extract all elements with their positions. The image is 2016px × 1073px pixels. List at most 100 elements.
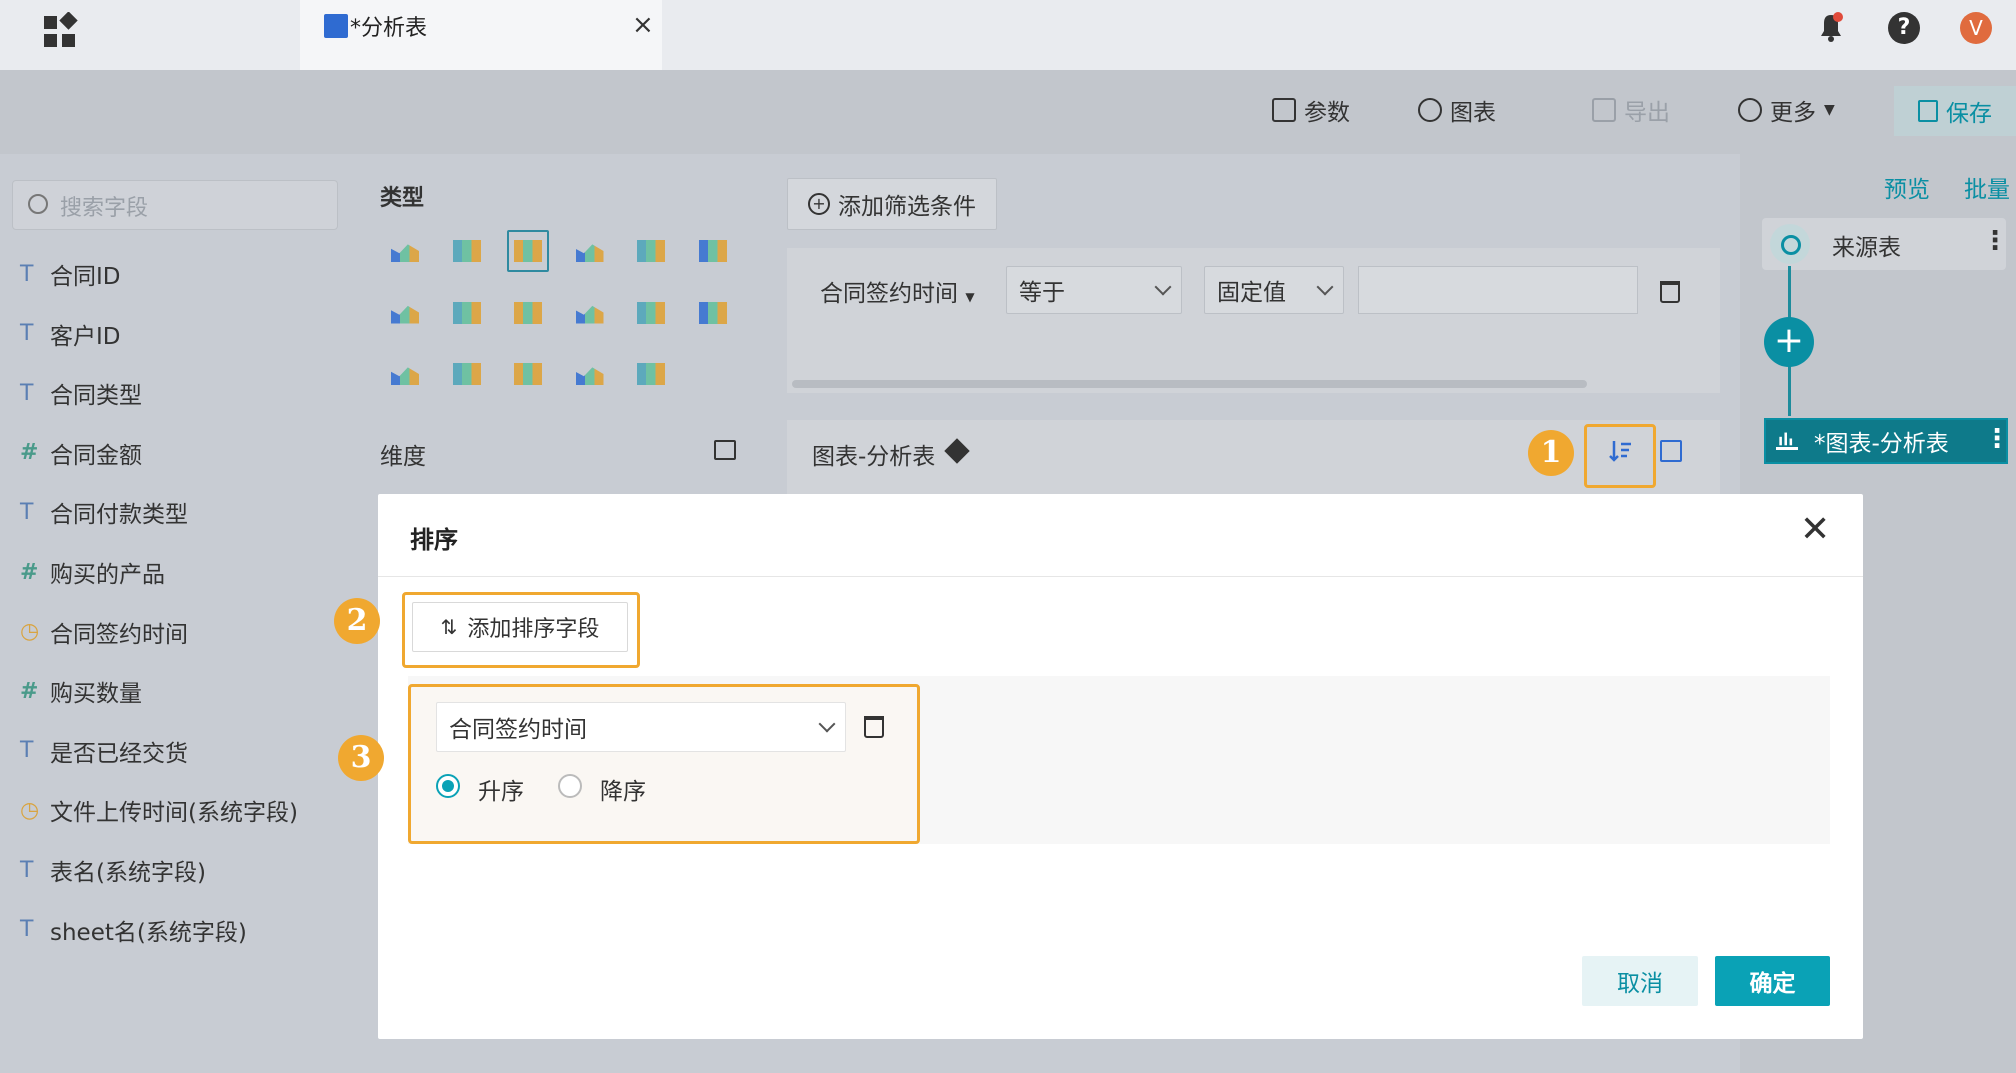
field-item[interactable]: # 合同金额 xyxy=(20,433,142,473)
field-item[interactable]: ◷ 合同签约时间 xyxy=(20,612,188,652)
delete-filter-trash-icon[interactable] xyxy=(1660,281,1680,303)
target-icon xyxy=(1770,224,1810,264)
params-icon xyxy=(1272,98,1296,122)
params-button[interactable]: 参数 xyxy=(1272,92,1350,128)
field-item[interactable]: T 合同付款类型 xyxy=(20,492,188,532)
chart-type-glyph xyxy=(391,244,419,262)
map-icon[interactable] xyxy=(446,292,488,334)
value-type-select[interactable]: 固定值 xyxy=(1204,266,1344,314)
batch-link[interactable]: 批量 xyxy=(1964,170,2010,204)
field-item[interactable]: # 购买的产品 xyxy=(20,552,165,592)
toolbar xyxy=(0,70,2016,154)
caret-down-icon: ▼ xyxy=(965,290,975,304)
radio-ascending[interactable] xyxy=(436,774,460,798)
export-icon xyxy=(1592,98,1616,122)
chart-type-glyph xyxy=(391,367,419,385)
funnel-icon[interactable] xyxy=(446,353,488,395)
add-chart-button[interactable]: 图表 xyxy=(1418,92,1496,128)
tab-close-icon[interactable]: × xyxy=(632,10,654,40)
field-label: 是否已经交货 xyxy=(50,740,188,767)
chevron-down-icon xyxy=(1154,278,1172,296)
plus-circle-icon xyxy=(1418,98,1442,122)
cancel-button[interactable]: 取消 xyxy=(1582,956,1698,1006)
field-item[interactable]: ◷ 文件上传时间(系统字段) xyxy=(20,790,298,830)
save-button[interactable]: 保存 xyxy=(1894,86,2016,136)
bar-chart-icon[interactable] xyxy=(507,230,549,272)
add-sort-field-button[interactable]: ⇅ 添加排序字段 xyxy=(412,602,628,652)
cross-table-icon[interactable] xyxy=(446,230,488,272)
horizontal-bar-icon[interactable] xyxy=(569,230,611,272)
chart-type-glyph xyxy=(698,301,727,324)
chart-type-glyph xyxy=(575,244,604,262)
add-node-button[interactable]: + xyxy=(1764,317,1814,367)
dimension-title: 维度 xyxy=(380,444,426,470)
help-icon[interactable]: ? xyxy=(1888,12,1920,44)
bell-icon[interactable] xyxy=(1816,10,1846,44)
chevron-down-icon xyxy=(1316,278,1334,296)
field-item[interactable]: # 购买数量 xyxy=(20,671,142,711)
chart-type-title: 类型 xyxy=(380,186,425,211)
callout-3: 3 xyxy=(338,735,384,781)
chart-type-glyph xyxy=(637,363,665,385)
filter-field-dropdown[interactable]: 合同签约时间 ▼ xyxy=(820,274,975,308)
treemap-icon[interactable] xyxy=(692,292,734,334)
add-filter-button[interactable]: + 添加筛选条件 xyxy=(787,178,997,230)
plus-circle-icon: + xyxy=(808,193,830,215)
heatmap-icon[interactable] xyxy=(630,353,672,395)
close-icon[interactable]: ✕ xyxy=(1800,512,1830,548)
callout-2: 2 xyxy=(334,598,380,644)
confirm-button[interactable]: 确定 xyxy=(1715,956,1830,1006)
scatter-icon[interactable] xyxy=(630,292,672,334)
avatar[interactable]: V xyxy=(1960,12,1992,44)
word-cloud-icon[interactable] xyxy=(569,353,611,395)
text-field-icon: T xyxy=(20,380,34,406)
caret-down-icon: ▼ xyxy=(1824,102,1835,118)
descending-label[interactable]: 降序 xyxy=(600,772,646,806)
briefcase-icon[interactable] xyxy=(714,440,736,460)
export-button[interactable]: 导出 xyxy=(1592,92,1670,128)
field-item[interactable]: Tsheet名(系统字段) xyxy=(20,910,247,950)
sort-arrows-icon: ⇅ xyxy=(440,615,458,639)
radar-icon[interactable] xyxy=(384,353,426,395)
pie-chart-icon[interactable] xyxy=(692,230,734,272)
source-node-menu-icon[interactable]: ⋮ xyxy=(1982,226,2008,256)
field-label: 文件上传时间(系统字段) xyxy=(50,800,298,827)
save-icon xyxy=(1918,100,1938,122)
field-label: 表名(系统字段) xyxy=(50,860,206,886)
ascending-label[interactable]: 升序 xyxy=(478,772,524,806)
chart-node[interactable]: *图表-分析表 xyxy=(1764,418,2008,464)
delete-sort-trash-icon[interactable] xyxy=(864,716,884,738)
gauge-icon[interactable] xyxy=(507,292,549,334)
radio-descending[interactable] xyxy=(558,774,582,798)
chart-type-glyph xyxy=(514,363,542,385)
more-button[interactable]: 更多 ▼ xyxy=(1738,92,1835,128)
kpi-number-icon[interactable] xyxy=(507,353,549,395)
chart-node-menu-icon[interactable]: ⋮ xyxy=(1984,424,2010,454)
combo-chart-icon[interactable] xyxy=(630,230,672,272)
field-label: 购买数量 xyxy=(50,681,142,708)
field-label: 合同ID xyxy=(50,264,121,290)
text-field-icon: T xyxy=(20,261,34,287)
field-label: 购买的产品 xyxy=(50,562,165,588)
field-item[interactable]: T 合同类型 xyxy=(20,373,142,413)
field-item[interactable]: T 是否已经交货 xyxy=(20,731,188,771)
filter-value-input[interactable] xyxy=(1358,266,1638,314)
field-label: sheet名(系统字段) xyxy=(50,919,247,946)
time-field-icon: ◷ xyxy=(20,619,40,645)
preview-link[interactable]: 预览 xyxy=(1884,170,1930,204)
horizontal-scrollbar[interactable] xyxy=(792,380,1587,388)
area-chart-icon[interactable] xyxy=(384,292,426,334)
sort-icon xyxy=(1609,441,1631,462)
field-item[interactable]: T 表名(系统字段) xyxy=(20,850,206,890)
chart-type-glyph xyxy=(698,240,727,262)
field-item[interactable]: T 客户ID xyxy=(20,314,121,354)
stacked-bar-icon[interactable] xyxy=(569,292,611,334)
field-item[interactable]: T 合同ID xyxy=(20,254,121,294)
sort-field-select[interactable]: 合同签约时间 xyxy=(436,702,846,752)
expand-icon[interactable] xyxy=(1660,440,1682,462)
operator-select[interactable]: 等于 xyxy=(1006,266,1182,314)
chart-type-glyph xyxy=(514,301,542,324)
field-label: 合同类型 xyxy=(50,383,142,410)
table-icon[interactable] xyxy=(384,230,426,272)
apps-grid-icon[interactable] xyxy=(40,12,80,52)
